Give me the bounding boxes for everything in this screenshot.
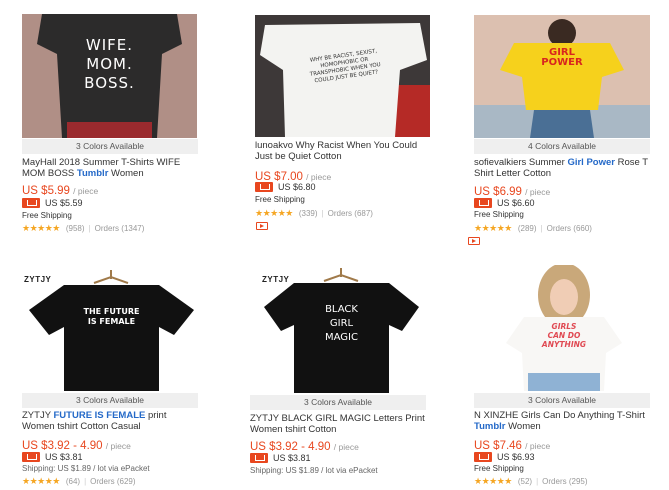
rating-row[interactable]: ★★★★★ (52) | Orders (295) [474, 476, 588, 487]
rating-row[interactable]: ★★★★★ (339) | Orders (687) [255, 208, 373, 219]
shirt-print: GIRLS CAN DO ANYTHING [541, 322, 587, 349]
rating-row[interactable]: ★★★★★ (289) | Orders (660) [474, 223, 592, 234]
product-title[interactable]: MayHall 2018 Summer T-Shirts WIFE MOM BO… [22, 157, 200, 179]
price: US $6.99 / piece [474, 186, 551, 198]
brand-logo: ZYTJY [24, 275, 52, 284]
app-icon [255, 182, 273, 192]
tee-illustration [474, 15, 650, 138]
colors-available: 3 Colors Available [250, 395, 426, 410]
shipping-info: Free Shipping [474, 210, 524, 219]
shirt-print: GIRL POWER [541, 47, 583, 68]
star-rating-icon: ★★★★★ [22, 223, 60, 233]
product-image[interactable]: ZYTJY BLACK GIRL MAGIC [254, 265, 429, 393]
shipping-info: Free Shipping [255, 195, 305, 204]
video-icon[interactable] [468, 237, 480, 245]
price: US $7.46 / piece [474, 440, 551, 452]
shirt-print: THE FUTURE IS FEMALE [83, 307, 140, 326]
rating-row[interactable]: ★★★★★ (64) | Orders (629) [22, 476, 136, 487]
colors-available: 4 Colors Available [474, 139, 650, 154]
product-image[interactable]: GIRL POWER [474, 15, 650, 138]
app-icon [250, 453, 268, 463]
app-price: US $6.93 [474, 452, 535, 462]
product-title[interactable]: N XINZHE Girls Can Do Anything T-Shirt T… [474, 410, 652, 432]
price: US $3.92 - 4.90 / piece [22, 440, 131, 452]
product-grid: WIFE. MOM. BOSS. 3 Colors Available MayH… [0, 0, 669, 490]
shipping-info: Free Shipping [22, 211, 72, 220]
shipping-info: Free Shipping [474, 464, 524, 473]
product-image[interactable]: WHY BE RACIST, SEXIST, HOMOPHOBIC OR TRA… [255, 15, 430, 137]
app-price: US $5.59 [22, 198, 83, 208]
app-icon [22, 198, 40, 208]
shirt-print: BLACK GIRL MAGIC [325, 304, 358, 343]
colors-available: 3 Colors Available [22, 139, 198, 154]
app-price: US $3.81 [22, 452, 83, 462]
colors-available: 3 Colors Available [22, 393, 198, 408]
product-image[interactable]: WIFE. MOM. BOSS. [22, 14, 197, 138]
app-price: US $6.80 [255, 182, 316, 192]
shipping-info: Shipping: US $1.89 / lot via ePacket [250, 466, 378, 475]
star-rating-icon: ★★★★★ [22, 476, 60, 486]
shipping-info: Shipping: US $1.89 / lot via ePacket [22, 464, 150, 473]
star-rating-icon: ★★★★★ [474, 223, 512, 233]
shirt-print: WIFE. MOM. BOSS. [84, 36, 135, 92]
app-icon [474, 198, 492, 208]
app-icon [22, 452, 40, 462]
app-price: US $3.81 [250, 453, 311, 463]
price: US $3.92 - 4.90 / piece [250, 441, 359, 453]
product-image[interactable]: ZYTJY THE FUTURE IS FEMALE [24, 265, 199, 391]
product-title[interactable]: ZYTJY BLACK GIRL MAGIC Letters Print Wom… [250, 413, 428, 435]
app-price: US $6.60 [474, 198, 535, 208]
product-title[interactable]: sofievalkiers Summer Girl Power Rose T S… [474, 157, 652, 179]
video-icon[interactable] [256, 222, 268, 230]
price: US $5.99 / piece [22, 185, 99, 197]
colors-available: 3 Colors Available [474, 393, 650, 408]
brand-logo: ZYTJY [262, 275, 290, 284]
product-title[interactable]: lunoakvo Why Racist When You Could Just … [255, 140, 433, 162]
product-title[interactable]: ZYTJY FUTURE IS FEMALE print Women tshir… [22, 410, 200, 432]
product-image[interactable]: GIRLS CAN DO ANYTHING [476, 265, 650, 391]
app-icon [474, 452, 492, 462]
star-rating-icon: ★★★★★ [255, 208, 293, 218]
star-rating-icon: ★★★★★ [474, 476, 512, 486]
rating-row[interactable]: ★★★★★ (958) | Orders (1347) [22, 223, 144, 234]
